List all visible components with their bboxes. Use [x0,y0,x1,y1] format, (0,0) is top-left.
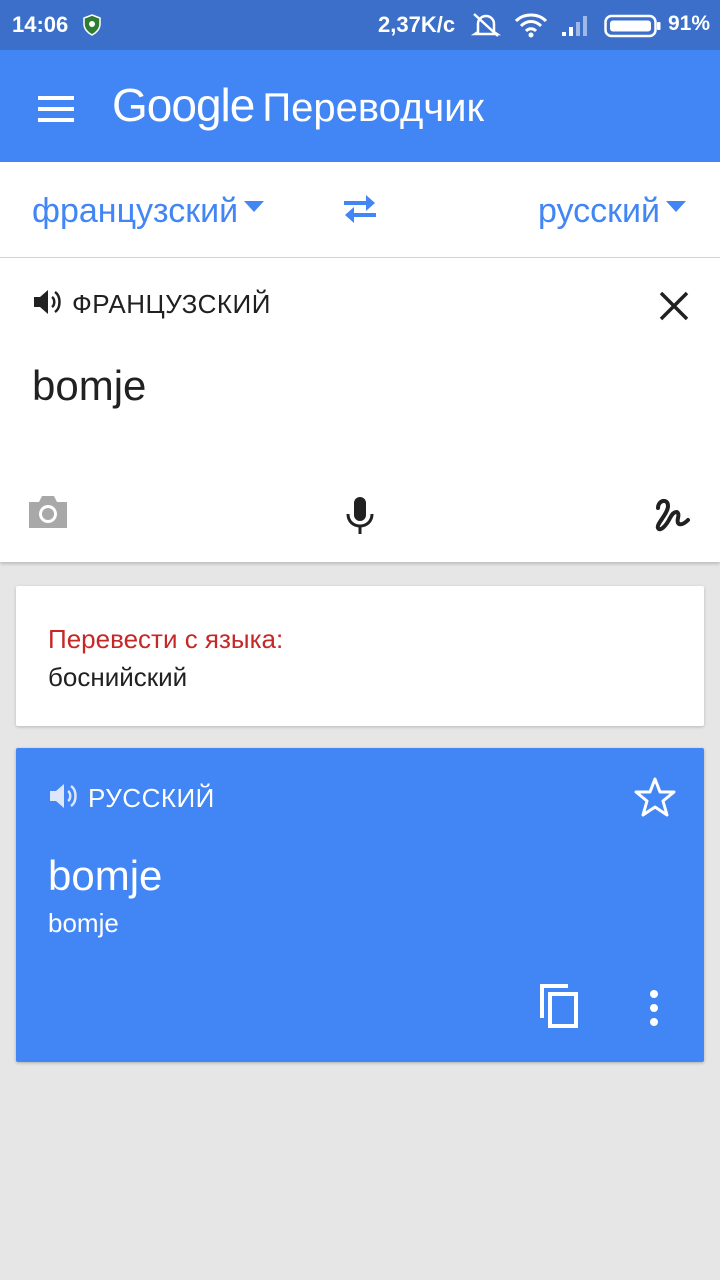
source-language-label: французский [32,192,239,230]
silent-icon [470,12,502,43]
battery-level: 91% [668,12,711,35]
close-icon[interactable] [658,290,690,322]
result-header: РУССКИЙ [48,782,215,815]
app-bar: Google Переводчик [0,50,720,162]
handwriting-icon[interactable] [652,496,692,539]
dropdown-arrow-icon [244,200,265,212]
status-bar: 14:06 2,37K/c 91% [0,0,720,50]
shield-icon [82,14,102,36]
signal-icon [560,12,594,43]
more-options-icon[interactable] [646,988,662,1028]
result-language-label: РУССКИЙ [88,783,215,813]
source-language-dropdown[interactable]: французский [32,192,265,231]
copy-icon[interactable] [538,982,582,1030]
microphone-icon[interactable] [344,496,376,541]
app-subtitle: Переводчик [262,86,485,130]
input-header: ФРАНЦУЗСКИЙ [32,288,271,321]
star-icon[interactable] [634,776,676,818]
swap-arrows-icon[interactable] [340,192,380,226]
language-bar: французский русский [0,162,720,258]
input-language-label: ФРАНЦУЗСКИЙ [72,289,271,319]
translation-text: bomje [48,852,163,899]
speaker-icon[interactable] [32,288,64,321]
app-title: Google Переводчик [112,78,484,132]
input-text[interactable]: bomje [32,362,146,410]
transliteration-text: bomje [48,908,119,938]
hamburger-menu-icon[interactable] [38,96,74,122]
target-language-dropdown[interactable]: русский [538,192,686,231]
detect-language-card[interactable]: Перевести с языка: боснийский [16,586,704,726]
detect-language-value: боснийский [48,662,188,692]
translation-result-card: РУССКИЙ bomje bomje [16,748,704,1062]
dropdown-arrow-icon [666,200,686,212]
speaker-icon[interactable] [48,782,80,815]
network-speed: 2,37K/c [378,12,456,37]
camera-icon[interactable] [27,494,69,535]
wifi-icon [514,12,548,43]
battery-icon [604,14,662,43]
app-brand: Google [112,79,255,131]
detect-language-title: Перевести с языка: [48,624,284,654]
target-language-label: русский [537,192,660,230]
status-time: 14:06 [12,12,69,37]
input-card: ФРАНЦУЗСКИЙ bomje [0,258,720,562]
